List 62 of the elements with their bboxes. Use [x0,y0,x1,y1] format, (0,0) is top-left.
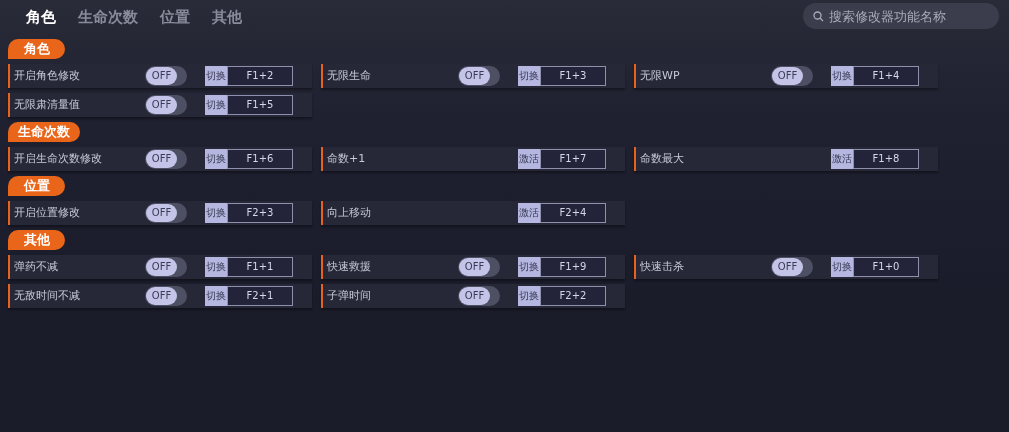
hotkey-field[interactable]: F1+4 [853,66,919,86]
action-label: 激活 [518,203,540,223]
action-label: 切换 [518,66,540,86]
cheat-label: 无限生命 [327,67,372,84]
hotkey-field[interactable]: F1+6 [227,149,293,169]
search-field[interactable]: 搜索修改器功能名称 [803,3,999,29]
action-label: 切换 [205,257,227,277]
cheat-label: 开启生命次数修改 [14,150,103,167]
section-header: 位置 [8,176,65,196]
action-label: 切换 [205,95,227,115]
toggle-switch[interactable]: OFF [145,95,187,115]
toggle-switch[interactable]: OFF [145,286,187,306]
cheat-label: 向上移动 [327,204,372,221]
hotkey-field[interactable]: F1+5 [227,95,293,115]
action-label: 切换 [831,66,853,86]
toggle-switch[interactable]: OFF [145,149,187,169]
hotkey-field[interactable]: F1+0 [853,257,919,277]
section-header: 其他 [8,230,65,250]
cheat-label: 无限肃清量值 [14,96,81,113]
action-label: 切换 [518,286,540,306]
action-label: 激活 [831,149,853,169]
action-label: 切换 [205,203,227,223]
cheat-label: 快速救援 [327,258,372,275]
action-label: 切换 [518,257,540,277]
action-label: 切换 [831,257,853,277]
cheat-label: 开启角色修改 [14,67,81,84]
tab[interactable]: 生命次数 [78,5,138,29]
cheat-label: 弹药不减 [14,258,59,275]
toggle-switch[interactable]: OFF [145,203,187,223]
hotkey-field[interactable]: F1+7 [540,149,606,169]
cheat-label: 无限WP [640,67,681,84]
hotkey-field[interactable]: F1+3 [540,66,606,86]
hotkey-field[interactable]: F2+4 [540,203,606,223]
action-label: 切换 [205,149,227,169]
section-header: 角色 [8,39,65,59]
action-label: 切换 [205,66,227,86]
action-label: 切换 [205,286,227,306]
toggle-switch[interactable]: OFF [771,66,813,86]
toggle-switch[interactable]: OFF [458,257,500,277]
cheat-label: 开启位置修改 [14,204,81,221]
toggle-switch[interactable]: OFF [458,286,500,306]
toggle-switch[interactable]: OFF [458,66,500,86]
cheat-label: 子弹时间 [327,287,372,304]
hotkey-field[interactable]: F2+3 [227,203,293,223]
tab[interactable]: 其他 [212,5,242,29]
cheat-label: 无敌时间不减 [14,287,81,304]
tab[interactable]: 角色 [26,5,56,29]
hotkey-field[interactable]: F2+2 [540,286,606,306]
tab[interactable]: 位置 [160,5,190,29]
hotkey-field[interactable]: F1+9 [540,257,606,277]
section-header: 生命次数 [8,122,80,142]
hotkey-field[interactable]: F2+1 [227,286,293,306]
hotkey-field[interactable]: F1+2 [227,66,293,86]
toggle-switch[interactable]: OFF [145,66,187,86]
toggle-switch[interactable]: OFF [771,257,813,277]
toggle-switch[interactable]: OFF [145,257,187,277]
cheat-label: 命数+1 [327,150,367,167]
cheat-label: 快速击杀 [640,258,685,275]
action-label: 激活 [518,149,540,169]
hotkey-field[interactable]: F1+1 [227,257,293,277]
cheat-label: 命数最大 [640,150,685,167]
hotkey-field[interactable]: F1+8 [853,149,919,169]
